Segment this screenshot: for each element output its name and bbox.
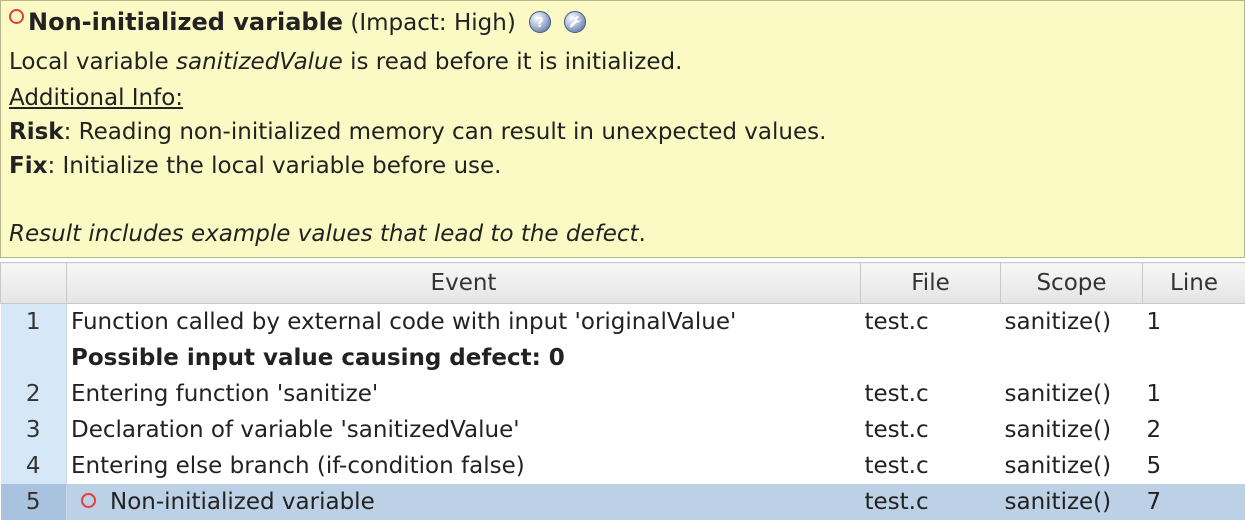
wrench-icon[interactable] [564, 11, 587, 33]
scope-cell[interactable]: sanitize() [1001, 304, 1143, 341]
file-cell[interactable]: test.c [861, 376, 1001, 412]
scope-cell[interactable]: sanitize() [1001, 376, 1143, 412]
event-table: Event File Scope Line 1 Function called … [0, 262, 1245, 520]
help-icon[interactable]: ? [529, 11, 552, 33]
message-text: Local variable [9, 49, 177, 75]
event-cell[interactable]: Declaration of variable 'sanitizedValue' [67, 412, 861, 448]
row-number: 3 [0, 412, 67, 448]
defect-title-line: Non-initialized variable (Impact: High) … [9, 7, 587, 38]
scope-cell[interactable]: sanitize() [1000, 484, 1143, 520]
line-cell[interactable]: 2 [1143, 412, 1245, 448]
file-cell[interactable]: test.c [860, 484, 1001, 520]
event-cell[interactable]: Entering function 'sanitize' [67, 376, 861, 412]
result-note-end: . [638, 221, 646, 247]
line-cell[interactable]: 1 [1143, 304, 1245, 341]
risk-text: : Reading non-initialized memory can res… [63, 119, 827, 145]
row-number: 2 [0, 376, 67, 412]
column-header-number [0, 262, 67, 304]
event-cell[interactable]: Entering else branch (if-condition false… [67, 448, 861, 484]
line-cell[interactable]: 5 [1143, 448, 1245, 484]
table-header-row: Event File Scope Line [0, 262, 1245, 304]
defect-title: Non-initialized variable [28, 8, 344, 36]
event-cell[interactable]: Non-initialized variable [66, 484, 861, 520]
row-number: 1 [0, 303, 67, 376]
message-text-end: is read before it is initialized. [342, 49, 683, 75]
fix-line: Fix: Initialize the local variable befor… [9, 151, 501, 181]
file-cell[interactable]: test.c [861, 304, 1001, 341]
result-note: Result includes example values that lead… [9, 219, 646, 249]
table-row-detail: Possible input value causing defect: 0 [1, 340, 1245, 376]
impact-label: (Impact: High) [350, 10, 516, 36]
line-cell[interactable]: 1 [1143, 376, 1245, 412]
additional-info-label: Additional Info: [9, 85, 184, 111]
line-cell[interactable]: 7 [1142, 484, 1245, 520]
row-number: 5 [0, 484, 67, 520]
scope-cell[interactable]: sanitize() [1001, 448, 1143, 484]
table-row-selected[interactable]: 5 Non-initialized variable test.c saniti… [0, 484, 1245, 520]
result-note-italic: Result includes example values that lead… [9, 221, 639, 247]
event-cell[interactable]: Function called by external code with in… [67, 304, 861, 341]
table-row[interactable]: 4 Entering else branch (if-condition fal… [0, 448, 1245, 484]
risk-label: Risk [9, 119, 64, 145]
fix-label: Fix [9, 153, 48, 179]
table-row[interactable]: 3 Declaration of variable 'sanitizedValu… [0, 412, 1245, 448]
defect-message: Local variable sanitizedValue is read be… [9, 47, 682, 77]
event-text: Non-initialized variable [110, 489, 375, 515]
message-variable: sanitizedValue [176, 49, 343, 75]
file-cell[interactable]: test.c [861, 448, 1001, 484]
file-cell[interactable]: test.c [861, 412, 1001, 448]
risk-line: Risk: Reading non-initialized memory can… [9, 117, 826, 147]
column-header-line[interactable]: Line [1142, 262, 1245, 304]
fix-text: : Initialize the local variable before u… [47, 153, 502, 179]
scope-cell[interactable]: sanitize() [1001, 412, 1143, 448]
defect-circle-icon [9, 9, 24, 24]
column-header-file[interactable]: File [860, 262, 1001, 304]
row-number: 4 [0, 448, 67, 484]
svg-text:?: ? [536, 16, 544, 30]
defect-details-panel: Non-initialized variable (Impact: High) … [0, 0, 1245, 258]
column-header-event[interactable]: Event [66, 262, 861, 304]
column-header-scope[interactable]: Scope [1000, 262, 1143, 304]
input-value-detail: Possible input value causing defect: 0 [71, 345, 565, 371]
table-row[interactable]: 2 Entering function 'sanitize' test.c sa… [0, 376, 1245, 412]
defect-circle-icon [81, 493, 96, 508]
table-row[interactable]: 1 Function called by external code with … [0, 303, 1245, 376]
